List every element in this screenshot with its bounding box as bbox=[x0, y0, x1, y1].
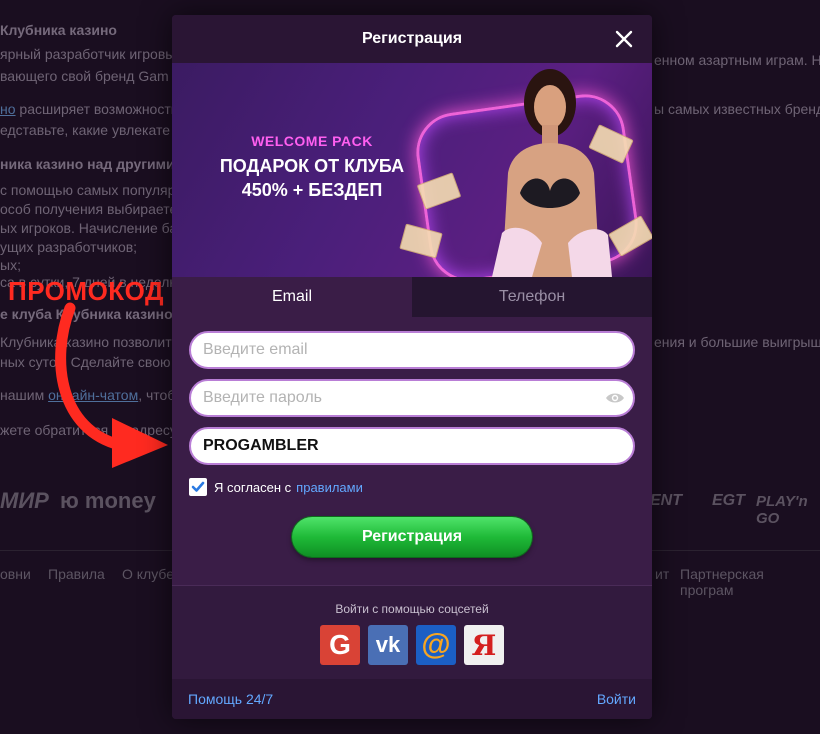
bg-link[interactable]: но bbox=[0, 101, 16, 117]
yoomoney-logo: ю money bbox=[60, 488, 156, 513]
banner-subheadline: 450% + БЕЗДЕП bbox=[241, 180, 383, 200]
egt-logo: EGT bbox=[712, 492, 745, 509]
email-field-wrapper bbox=[189, 331, 635, 369]
terms-label: Я согласен с bbox=[214, 479, 292, 495]
tab-email[interactable]: Email bbox=[172, 277, 412, 317]
tab-phone[interactable]: Телефон bbox=[412, 277, 652, 317]
modal-footer: Помощь 24/7 Войти bbox=[172, 679, 652, 719]
footer-link[interactable]: Правила bbox=[48, 566, 105, 582]
bg-text-line: ы самых известных бренд bbox=[654, 101, 820, 117]
close-icon[interactable] bbox=[614, 29, 634, 49]
google-login-icon[interactable]: G bbox=[320, 625, 360, 665]
bg-text-line: но расширяет возможности bbox=[0, 101, 179, 117]
vk-login-icon[interactable]: vk bbox=[368, 625, 408, 665]
model-figure-image bbox=[492, 69, 612, 277]
bg-text-line: вающего свой бренд Gam bbox=[0, 68, 169, 84]
login-link[interactable]: Войти bbox=[597, 691, 636, 707]
email-field[interactable] bbox=[191, 333, 633, 367]
password-field-wrapper bbox=[189, 379, 635, 417]
promo-field-wrapper bbox=[189, 427, 635, 465]
help-link[interactable]: Помощь 24/7 bbox=[188, 691, 273, 707]
auth-tabs: Email Телефон bbox=[172, 277, 652, 317]
yandex-login-icon[interactable]: Я bbox=[464, 625, 504, 665]
playngo-logo: PLAY'n GO bbox=[756, 493, 808, 527]
mir-logo: МИР bbox=[0, 488, 49, 513]
banner-tag: WELCOME PACK bbox=[251, 133, 373, 149]
footer-link[interactable]: Партнерская програм bbox=[680, 566, 820, 598]
bg-text-line: едставьте, какие увлекате bbox=[0, 122, 171, 138]
bg-text-line: с помощью самых популяр bbox=[0, 182, 176, 198]
checkmark-icon bbox=[191, 481, 205, 492]
bg-text-line: енном азартным играм. Н bbox=[654, 52, 820, 68]
footer-link[interactable]: О клубе bbox=[122, 566, 174, 582]
bg-heading: Клубника казино bbox=[0, 22, 117, 38]
promo-arrow-icon bbox=[55, 302, 168, 468]
social-login-label: Войти с помощью соцсетей bbox=[335, 602, 489, 616]
registration-modal: Регистрация WELCOME PACK ПОДАРОК ОТ КЛУБ… bbox=[172, 15, 652, 719]
footer-link[interactable]: ит bbox=[655, 566, 669, 582]
bg-text-line: ения и большие выигрыш bbox=[654, 334, 820, 350]
modal-header: Регистрация bbox=[172, 15, 652, 63]
submit-row: Регистрация bbox=[189, 517, 635, 557]
terms-link[interactable]: правилами bbox=[296, 480, 363, 495]
bg-text-line: ярный разработчик игровы bbox=[0, 46, 176, 62]
mailru-login-icon[interactable]: @ bbox=[416, 625, 456, 665]
bg-text-line: ущих разработчиков; bbox=[0, 239, 138, 255]
promo-banner: WELCOME PACK ПОДАРОК ОТ КЛУБА 450% + БЕЗ… bbox=[172, 63, 652, 277]
terms-checkbox[interactable] bbox=[189, 478, 207, 496]
bg-text-line: особ получения выбираете bbox=[0, 201, 178, 217]
registration-form: Я согласен с правилами Регистрация bbox=[172, 317, 652, 557]
footer-link[interactable]: овни bbox=[0, 566, 31, 582]
social-login-section: Войти с помощью соцсетей G vk @ Я bbox=[172, 585, 652, 679]
password-field[interactable] bbox=[191, 381, 633, 415]
promo-code-field[interactable] bbox=[191, 429, 633, 463]
bg-heading: ника казино над другими bbox=[0, 156, 175, 172]
social-buttons: G vk @ Я bbox=[172, 625, 652, 665]
bg-text-line: ых игроков. Начисление ба bbox=[0, 220, 178, 236]
modal-title: Регистрация bbox=[361, 30, 463, 47]
register-button[interactable]: Регистрация bbox=[292, 517, 532, 557]
bg-text-line: ых; bbox=[0, 257, 21, 273]
provider-logo: ENT bbox=[650, 492, 682, 509]
terms-agreement: Я согласен с правилами bbox=[189, 475, 635, 499]
banner-headline: ПОДАРОК ОТ КЛУБА bbox=[219, 156, 405, 176]
eye-icon[interactable] bbox=[605, 390, 625, 406]
